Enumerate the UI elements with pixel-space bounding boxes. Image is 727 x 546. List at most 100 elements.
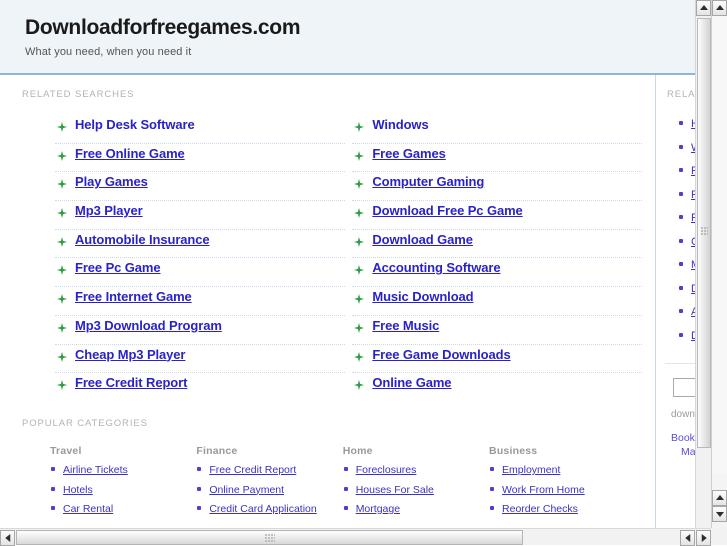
category-link[interactable]: Online Payment [209,484,284,496]
category-item[interactable]: Car Rental [50,502,193,516]
vertical-scroll-track[interactable] [712,16,727,474]
category-item[interactable]: Reorder Checks [489,502,632,516]
related-link[interactable]: Free Credit Report [75,375,187,390]
category-title: Travel [50,445,82,457]
related-item[interactable]: Cheap Mp3 Player [55,345,345,374]
category-item[interactable]: Free Credit Report [196,463,339,477]
window-vertical-scrollbar[interactable] [711,0,727,545]
triangle-up-icon [715,495,724,500]
category-link[interactable]: Credit Card Application [209,503,316,515]
window-scroll-up-button[interactable] [712,0,727,16]
related-link[interactable]: Automobile Insurance [75,232,210,247]
scroll-left-button[interactable] [0,530,15,546]
category-link[interactable]: Employment [502,464,560,476]
related-link[interactable]: Free Internet Game [75,289,192,304]
related-link[interactable]: Free Game Downloads [372,347,510,362]
related-item[interactable]: Automobile Insurance [55,230,345,259]
scroll-right-button[interactable] [696,530,711,546]
related-item[interactable]: Online Game [352,373,642,402]
category-item[interactable]: Foreclosures [343,463,486,477]
category-item[interactable]: Airline Tickets [50,463,193,477]
related-item[interactable]: Download Free Pc Game [352,201,643,230]
related-item[interactable]: Computer Gaming [352,172,643,202]
related-link[interactable]: Play Games [75,174,148,189]
star-bullet-icon [354,236,365,247]
related-item[interactable]: Free Music [352,316,643,345]
dot-bullet-icon [51,486,55,491]
scrollbar-grip-icon [264,534,275,542]
related-link[interactable]: Free Online Game [75,146,185,161]
scroll-up-button[interactable] [696,0,711,16]
related-link[interactable]: Online Game [372,375,451,390]
dot-bullet-icon [343,506,348,510]
related-link[interactable]: Cheap Mp3 Player [75,347,185,362]
window-scroll-up-button-lower[interactable] [712,490,727,506]
category-item[interactable]: Employment [489,463,632,477]
related-item[interactable]: Play Games [55,172,345,202]
header-inner: Downloadforfreegames.com What you need, … [0,0,711,58]
dot-bullet-icon [679,144,683,149]
related-link[interactable]: Accounting Software [372,260,500,275]
related-item[interactable]: Mp3 Download Program [55,316,345,345]
related-item[interactable]: Help Desk Software [55,115,345,144]
related-link[interactable]: Music Download [372,289,473,304]
scroll-left-button-2[interactable] [680,530,695,546]
page-vertical-scrollbar[interactable] [695,0,711,528]
category-item[interactable]: Hotels [50,483,193,497]
triangle-left-icon [684,534,690,542]
related-link[interactable]: Download Game [372,232,473,247]
category-link[interactable]: Airline Tickets [63,464,128,476]
site-tagline: What you need, when you need it [25,46,192,59]
related-item[interactable]: Free Games [352,144,643,173]
site-header: Downloadforfreegames.com What you need, … [0,0,711,75]
related-link[interactable]: Mp3 Player [75,203,143,218]
category-link[interactable]: Car Rental [63,503,113,515]
related-item[interactable]: Free Pc Game [55,258,345,288]
popular-categories-columns: Travel Airline Tickets Hotels Car Rental… [0,445,655,522]
related-link[interactable]: Free Games [372,146,446,161]
related-item[interactable]: Accounting Software [352,258,643,288]
dot-bullet-icon [679,285,683,290]
related-link[interactable]: Computer Gaming [372,174,484,189]
category-item[interactable]: Online Payment [196,483,339,497]
category-link[interactable]: Houses For Sale [356,484,434,496]
horizontal-scrollbar-thumb[interactable] [16,530,523,545]
related-item[interactable]: Free Credit Report [55,373,345,402]
related-item[interactable]: Windows [352,115,643,144]
popular-categories-label: POPULAR CATEGORIES [22,418,148,429]
related-item[interactable]: Free Online Game [55,144,345,173]
category-link[interactable]: Hotels [63,484,93,496]
category-item[interactable]: Work From Home [489,483,632,497]
related-link[interactable]: Help Desk Software [75,117,195,132]
category-link[interactable]: Work From Home [502,484,585,496]
related-link[interactable]: Free Music [372,318,439,333]
vertical-scrollbar-thumb[interactable] [697,18,711,448]
category-link[interactable]: Free Credit Report [209,464,296,476]
related-item[interactable]: Free Internet Game [55,287,345,316]
related-item[interactable]: Mp3 Player [55,201,345,230]
category-item[interactable]: Houses For Sale [343,483,486,497]
star-bullet-icon [354,351,365,362]
related-link[interactable]: Windows [372,117,428,132]
star-bullet-icon [57,121,67,132]
scrollbar-corner [711,528,727,545]
web-page: Downloadforfreegames.com What you need, … [0,0,711,528]
related-searches-label: RELATED SEARCHES [22,89,135,100]
category-link[interactable]: Reorder Checks [502,503,578,515]
triangle-up-icon [715,5,724,10]
related-link[interactable]: Mp3 Download Program [75,318,222,333]
category-link[interactable]: Mortgage [356,503,400,515]
related-item[interactable]: Music Download [352,287,643,316]
related-item[interactable]: Download Game [352,230,643,259]
related-link[interactable]: Free Pc Game [75,260,161,275]
window-scroll-down-button[interactable] [712,506,727,522]
star-bullet-icon [57,150,67,161]
related-link[interactable]: Download Free Pc Game [372,203,522,218]
category-item[interactable]: Credit Card Application [196,502,339,516]
category-link[interactable]: Foreclosures [356,464,417,476]
dot-bullet-icon [679,121,683,125]
category-item[interactable]: Mortgage [343,502,486,516]
window-horizontal-scrollbar[interactable] [0,528,727,546]
related-column-right: Windows Free Games Computer Gaming Downl… [352,115,643,402]
related-item[interactable]: Free Game Downloads [352,345,643,374]
